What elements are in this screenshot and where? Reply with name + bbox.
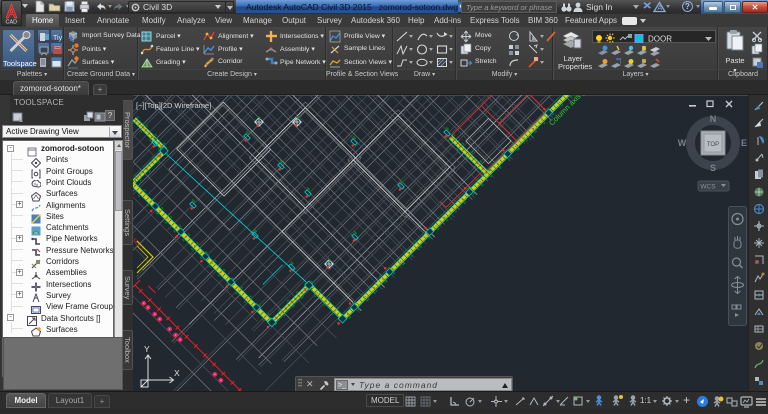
- svg-text:X: X: [174, 368, 180, 378]
- svg-text:N: N: [710, 114, 717, 124]
- svg-text:DOOR: DOOR: [648, 35, 672, 44]
- svg-text:CAD: CAD: [6, 20, 18, 26]
- svg-text:TOP: TOP: [707, 142, 719, 148]
- svg-text:WCS: WCS: [700, 184, 716, 191]
- svg-text:E: E: [741, 138, 747, 148]
- svg-text:SEC.1: SEC.1: [133, 237, 145, 252]
- svg-text:A: A: [658, 5, 663, 12]
- svg-text:Y: Y: [144, 344, 150, 354]
- svg-text:W: W: [678, 138, 687, 148]
- svg-text:Tiy: Tiy: [53, 35, 63, 42]
- svg-text:S: S: [710, 163, 716, 173]
